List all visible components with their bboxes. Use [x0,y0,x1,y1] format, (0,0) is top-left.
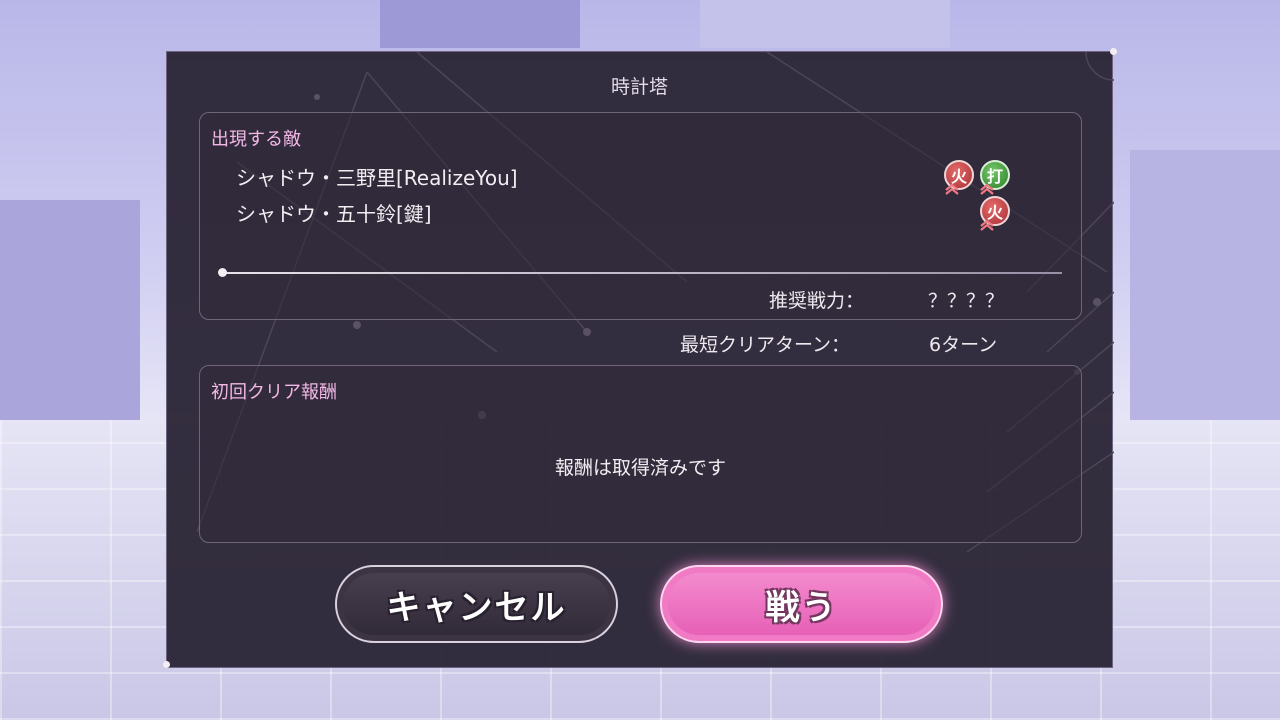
stage-dialog: 時計塔 出現する敵 シャドウ・三野里[RealizeYou] 火 打 シャドウ・… [163,48,1117,668]
shortest-clear-label: 最短クリアターン： [680,334,851,356]
enemy-name: シャドウ・三野里[RealizeYou] [236,166,518,190]
dialog-title: 時計塔 [610,76,668,98]
cancel-button[interactable]: キャンセル [335,565,618,643]
weakness-chevron-icon [980,219,994,231]
recommended-power-label: 推奨戦力： [769,290,865,312]
cancel-button-label: キャンセル [386,587,567,628]
corner-dot [163,661,170,668]
background-building [0,200,140,440]
shortest-clear-value: 6ターン [929,334,998,356]
enemies-label: 出現する敵 [211,129,301,150]
recommended-power-value: ？？？？ [928,290,1005,312]
fight-button-label: 戦う [765,587,838,628]
divider-line [222,272,1062,274]
enemy-name: シャドウ・五十鈴[鍵] [236,202,432,226]
fight-button[interactable]: 戦う [660,565,943,643]
background-building [700,0,950,48]
first-reward-label: 初回クリア報酬 [211,382,337,403]
weakness-chevron-icon [945,183,959,195]
enemy-section: 出現する敵 シャドウ・三野里[RealizeYou] 火 打 シャドウ・五十鈴[… [199,112,1082,320]
reward-claimed-message: 報酬は取得済みです [554,457,726,479]
weakness-chevron-icon [980,183,994,195]
divider-dot [218,268,227,277]
first-reward-section: 初回クリア報酬 報酬は取得済みです [199,365,1082,543]
background-building [1130,150,1280,430]
corner-dot [1110,48,1117,55]
background-building [380,0,580,48]
